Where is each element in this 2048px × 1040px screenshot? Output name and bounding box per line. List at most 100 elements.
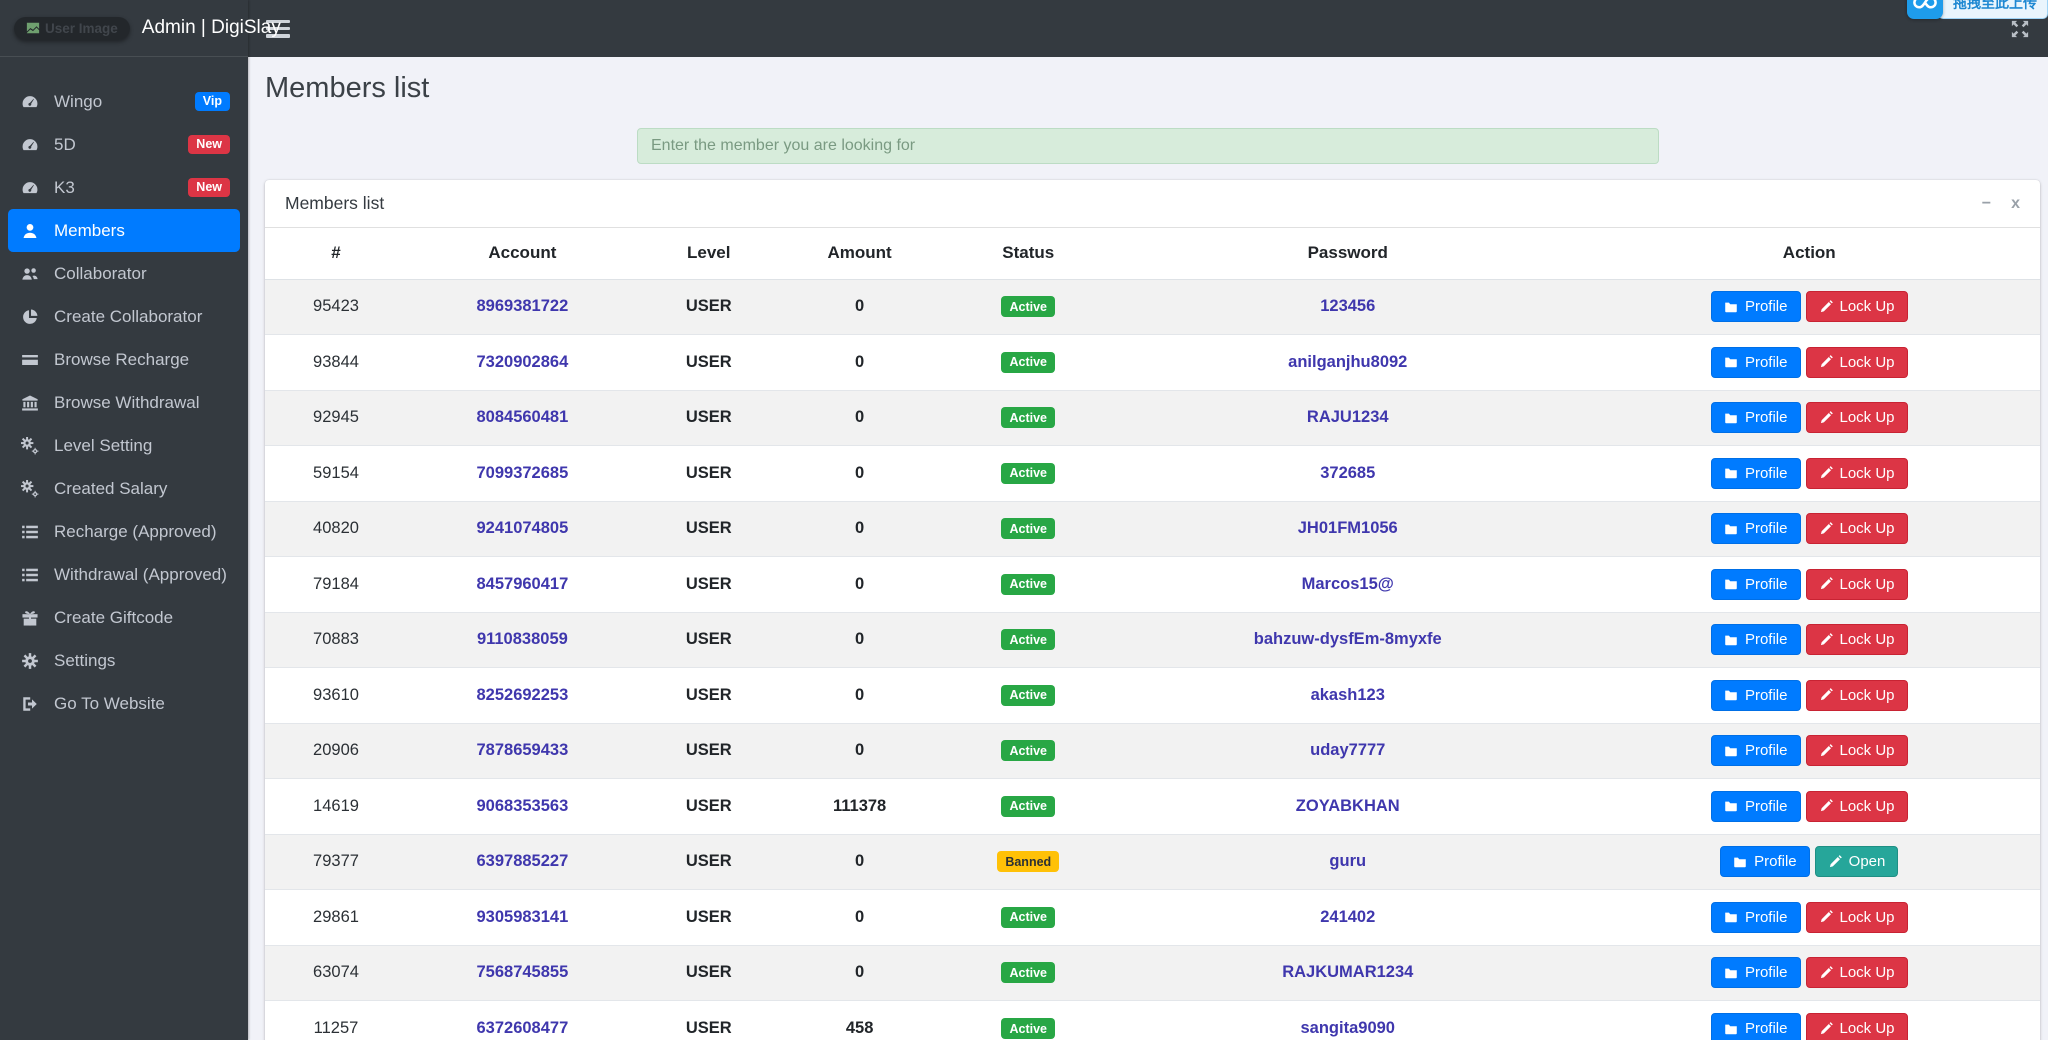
account-link[interactable]: 8969381722	[476, 297, 568, 315]
sidebar-item-create-giftcode[interactable]: Create Giftcode	[8, 596, 240, 639]
sidebar-item-wingo[interactable]: WingoVip	[8, 80, 240, 123]
member-search-input[interactable]	[637, 128, 1659, 164]
account-link[interactable]: 8252692253	[476, 686, 568, 704]
lock-up-button[interactable]: Lock Up	[1806, 680, 1908, 711]
profile-button[interactable]: Profile	[1720, 846, 1810, 877]
profile-button[interactable]: Profile	[1711, 791, 1801, 822]
password-link[interactable]: 123456	[1320, 297, 1375, 315]
account-link[interactable]: 8084560481	[476, 408, 568, 426]
account-link[interactable]: 7878659433	[476, 741, 568, 759]
account-link[interactable]: 7568745855	[476, 963, 568, 981]
account-link[interactable]: 7320902864	[476, 353, 568, 371]
button-label: Profile	[1745, 687, 1788, 704]
password-link[interactable]: uday7777	[1310, 741, 1385, 759]
account-link[interactable]: 9305983141	[476, 908, 568, 926]
status-badge: Active	[1001, 740, 1055, 761]
profile-button[interactable]: Profile	[1711, 957, 1801, 988]
fullscreen-toggle-button[interactable]	[2010, 19, 2030, 39]
password-link[interactable]: guru	[1329, 852, 1366, 870]
lock-up-button[interactable]: Lock Up	[1806, 624, 1908, 655]
status-badge: Active	[1001, 1018, 1055, 1039]
sidebar-item-label: Settings	[54, 651, 115, 671]
password-link[interactable]: akash123	[1311, 686, 1385, 704]
profile-button[interactable]: Profile	[1711, 680, 1801, 711]
lock-up-button[interactable]: Lock Up	[1806, 402, 1908, 433]
password-link[interactable]: 372685	[1320, 464, 1375, 482]
sidebar-item-go-to-website[interactable]: Go To Website	[8, 682, 240, 725]
pencil-icon	[1819, 466, 1833, 480]
password-link[interactable]: RAJU1234	[1307, 408, 1389, 426]
sidebar-item-collaborator[interactable]: Collaborator	[8, 252, 240, 295]
status-badge: Active	[1001, 962, 1055, 983]
lock-up-button[interactable]: Lock Up	[1806, 569, 1908, 600]
profile-button[interactable]: Profile	[1711, 347, 1801, 378]
lock-up-button[interactable]: Lock Up	[1806, 957, 1908, 988]
profile-button[interactable]: Profile	[1711, 402, 1801, 433]
password-link[interactable]: Marcos15@	[1302, 575, 1394, 593]
pencil-icon	[1819, 910, 1833, 924]
password-link[interactable]: 241402	[1320, 908, 1375, 926]
account-link[interactable]: 6397885227	[476, 852, 568, 870]
table-header-row: #AccountLevelAmountStatusPasswordAction	[265, 228, 2040, 279]
profile-button[interactable]: Profile	[1711, 513, 1801, 544]
sidebar-item-level-setting[interactable]: Level Setting	[8, 424, 240, 467]
profile-button[interactable]: Profile	[1711, 458, 1801, 489]
sidebar-item-k3[interactable]: K3New	[8, 166, 240, 209]
pie-chart-icon	[18, 308, 42, 326]
lock-up-button[interactable]: Lock Up	[1806, 513, 1908, 544]
sidebar-item-created-salary[interactable]: Created Salary	[8, 467, 240, 510]
member-id: 20906	[313, 741, 359, 759]
lock-up-button[interactable]: Lock Up	[1806, 1013, 1908, 1040]
sidebar-item-create-collaborator[interactable]: Create Collaborator	[8, 295, 240, 338]
table-row: 954238969381722USER0Active123456ProfileL…	[265, 279, 2040, 335]
password-link[interactable]: RAJKUMAR1234	[1282, 963, 1413, 981]
collapse-card-button[interactable]: −	[1982, 196, 1991, 212]
password-link[interactable]: JH01FM1056	[1298, 519, 1398, 537]
sidebar-item-browse-recharge[interactable]: Browse Recharge	[8, 338, 240, 381]
profile-button[interactable]: Profile	[1711, 291, 1801, 322]
sidebar-nav: WingoVip5DNewK3NewMembersCollaboratorCre…	[0, 57, 248, 733]
profile-button[interactable]: Profile	[1711, 735, 1801, 766]
close-card-button[interactable]: x	[2011, 196, 2020, 212]
lock-up-button[interactable]: Lock Up	[1806, 291, 1908, 322]
folder-icon	[1724, 966, 1738, 980]
profile-button[interactable]: Profile	[1711, 569, 1801, 600]
account-link[interactable]: 9068353563	[476, 797, 568, 815]
open-button[interactable]: Open	[1815, 846, 1899, 877]
table-row: 791848457960417USER0ActiveMarcos15@Profi…	[265, 557, 2040, 613]
profile-button[interactable]: Profile	[1711, 624, 1801, 655]
lock-up-button[interactable]: Lock Up	[1806, 735, 1908, 766]
lock-up-button[interactable]: Lock Up	[1806, 791, 1908, 822]
account-link[interactable]: 7099372685	[476, 464, 568, 482]
sidebar-item-5d[interactable]: 5DNew	[8, 123, 240, 166]
account-link[interactable]: 8457960417	[476, 575, 568, 593]
action-buttons: ProfileLock Up	[1580, 902, 2040, 933]
lock-up-button[interactable]: Lock Up	[1806, 347, 1908, 378]
members-list-card: Members list − x #AccountLevelAmountStat…	[265, 180, 2040, 1040]
sidebar-item-browse-withdrawal[interactable]: Browse Withdrawal	[8, 381, 240, 424]
password-link[interactable]: bahzuw-dysfEm-8myxfe	[1254, 630, 1442, 648]
sidebar-item-members[interactable]: Members	[8, 209, 240, 252]
profile-button[interactable]: Profile	[1711, 1013, 1801, 1040]
level-value: USER	[686, 1019, 732, 1037]
sidebar-item-withdrawal-approved[interactable]: Withdrawal (Approved)	[8, 553, 240, 596]
sidebar: User Image Admin | DigiSlay WingoVip5DNe…	[0, 0, 248, 1040]
password-link[interactable]: ZOYABKHAN	[1296, 797, 1400, 815]
lock-up-button[interactable]: Lock Up	[1806, 902, 1908, 933]
button-label: Open	[1849, 853, 1886, 870]
account-link[interactable]: 6372608477	[476, 1019, 568, 1037]
column-header-level: Level	[638, 228, 780, 279]
account-link[interactable]: 9110838059	[477, 630, 568, 648]
gear-icon	[18, 652, 42, 670]
sidebar-item-recharge-approved[interactable]: Recharge (Approved)	[8, 510, 240, 553]
status-badge: Banned	[997, 851, 1059, 872]
level-value: USER	[686, 741, 732, 759]
sidebar-item-settings[interactable]: Settings	[8, 639, 240, 682]
profile-button[interactable]: Profile	[1711, 902, 1801, 933]
table-row: 408209241074805USER0ActiveJH01FM1056Prof…	[265, 501, 2040, 557]
password-link[interactable]: sangita9090	[1301, 1019, 1395, 1037]
account-link[interactable]: 9241074805	[476, 519, 568, 537]
password-link[interactable]: anilganjhu8092	[1288, 353, 1407, 371]
lock-up-button[interactable]: Lock Up	[1806, 458, 1908, 489]
column-header-id: #	[265, 228, 407, 279]
